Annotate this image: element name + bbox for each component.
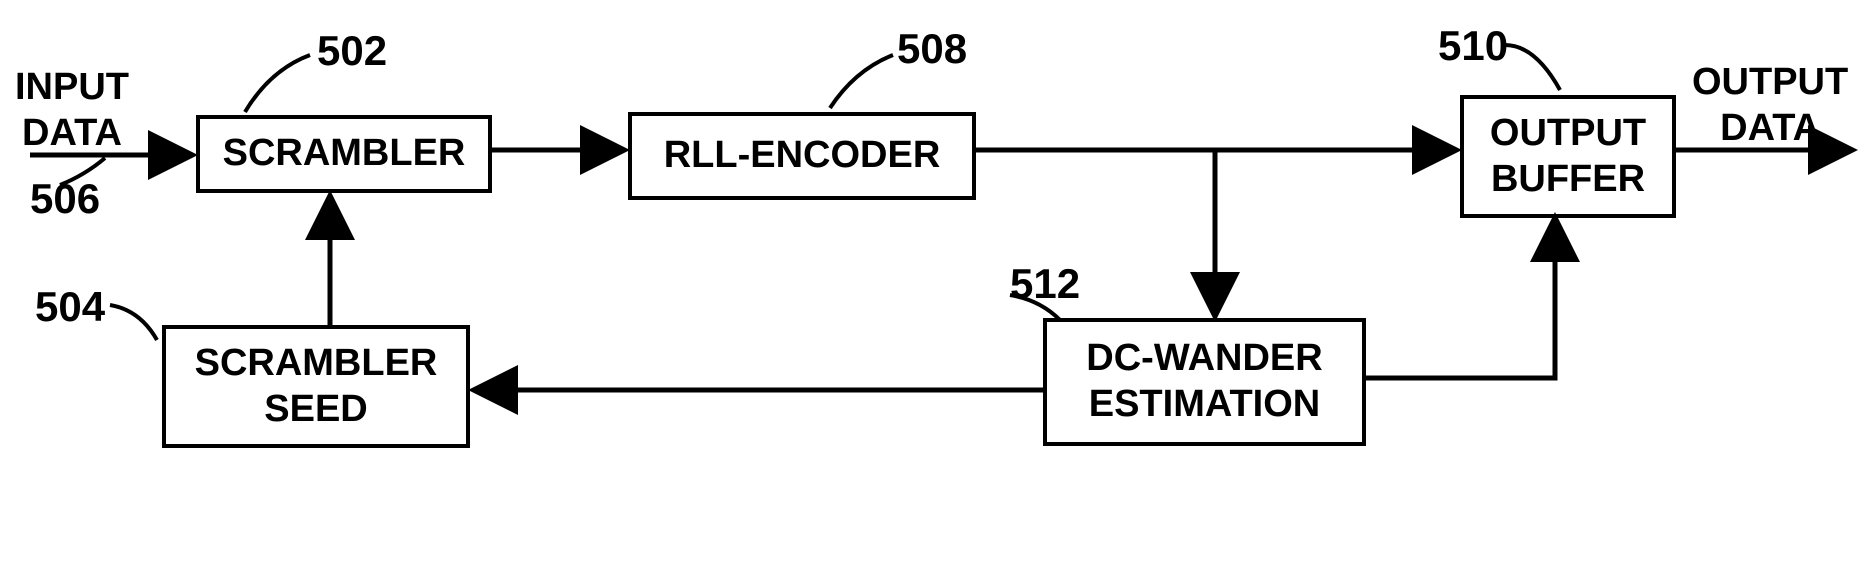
ref-506: 506: [30, 175, 100, 223]
rll-encoder-box: RLL-ENCODER: [628, 112, 976, 200]
ref-504: 504: [35, 283, 105, 331]
ref-508: 508: [897, 25, 967, 73]
scrambler-text: SCRAMBLER: [223, 131, 466, 177]
dc-wander-text: DC-WANDERESTIMATION: [1086, 336, 1322, 427]
ref-502: 502: [317, 27, 387, 75]
rll-encoder-text: RLL-ENCODER: [664, 133, 941, 179]
dc-wander-box: DC-WANDERESTIMATION: [1043, 318, 1366, 446]
scrambler-seed-text: SCRAMBLERSEED: [195, 341, 438, 432]
output-buffer-text: OUTPUTBUFFER: [1490, 111, 1646, 202]
arrows-svg: [0, 0, 1873, 579]
output-data-label: OUTPUTDATA: [1692, 60, 1848, 151]
output-buffer-box: OUTPUTBUFFER: [1460, 95, 1676, 218]
block-diagram: INPUTDATA OUTPUTDATA SCRAMBLER RLL-ENCOD…: [0, 0, 1873, 579]
ref-512: 512: [1010, 260, 1080, 308]
ref-510: 510: [1438, 22, 1508, 70]
scrambler-seed-box: SCRAMBLERSEED: [162, 325, 470, 448]
scrambler-box: SCRAMBLER: [196, 115, 492, 193]
input-data-label: INPUTDATA: [15, 65, 129, 156]
